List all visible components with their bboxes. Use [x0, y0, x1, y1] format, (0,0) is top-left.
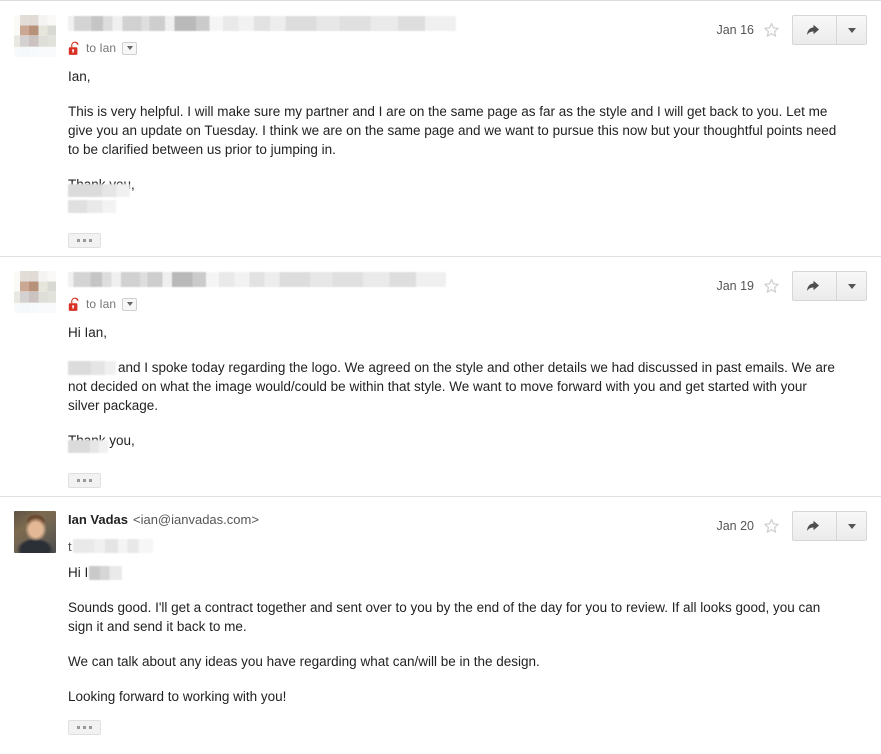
avatar-cell [14, 509, 64, 553]
email-message[interactable]: to Ian Hi Ian, and I spoke today regardi… [0, 256, 881, 496]
signature-line-2 [68, 200, 116, 213]
sender-name: Ian Vadas [68, 511, 128, 527]
avatar [14, 15, 56, 57]
ellipsis-dot [77, 726, 80, 729]
message-date: Jan 20 [716, 519, 754, 533]
more-options-button[interactable] [837, 512, 866, 540]
reply-button-group [792, 511, 867, 541]
signature-line-1 [68, 184, 130, 197]
body-paragraph: This is very helpful. I will make sure m… [68, 104, 837, 157]
more-options-button[interactable] [837, 272, 866, 300]
ellipsis-dot [77, 479, 80, 482]
message-body: Hi Ian, and I spoke today regarding the … [68, 323, 867, 488]
body-paragraph: We can talk about any ideas you have reg… [68, 654, 540, 669]
body-greeting: Hi I [68, 563, 838, 582]
avatar [14, 271, 56, 313]
avatar [14, 511, 56, 553]
message-date: Jan 19 [716, 279, 754, 293]
signature-redacted [68, 184, 867, 227]
ellipsis-dot [77, 239, 80, 242]
ellipsis-dot [83, 726, 86, 729]
star-outline-icon[interactable] [763, 22, 780, 39]
body-closing: Thank you, [68, 175, 838, 194]
expand-trimmed-content-button[interactable] [68, 233, 101, 248]
ellipsis-dot [89, 239, 92, 242]
recipient-label: to Ian [86, 297, 117, 311]
recipient-details-toggle[interactable] [122, 297, 138, 311]
body-greeting: Ian, [68, 69, 91, 84]
open-padlock-icon [68, 41, 81, 56]
expand-trimmed-content-button[interactable] [68, 473, 101, 488]
reply-button[interactable] [793, 272, 837, 300]
body-paragraph: and I spoke today regarding the logo. We… [68, 358, 838, 415]
message-controls: Jan 20 [716, 511, 867, 541]
inline-name-redacted [68, 361, 116, 376]
avatar-cell [14, 13, 64, 57]
email-message[interactable]: to Ian Ian, This is very helpful. I will… [0, 0, 881, 256]
message-date: Jan 16 [716, 23, 754, 37]
recipient-details-toggle[interactable] [122, 41, 138, 55]
sender-name-redacted [68, 271, 446, 287]
signature-line-1 [68, 440, 108, 453]
message-body: Ian, This is very helpful. I will make s… [68, 67, 867, 248]
avatar-cell [14, 269, 64, 313]
recipient-prefix: t [68, 538, 72, 554]
body-paragraph: Looking forward to working with you! [68, 689, 287, 704]
sender-name-redacted [68, 15, 456, 31]
signature-redacted [68, 440, 867, 467]
body-closing: Thank you, [68, 433, 135, 448]
body-greeting-text: Hi I [68, 565, 89, 580]
recipient-redacted [72, 539, 153, 553]
body-paragraph-text: and I spoke today regarding the logo. We… [68, 360, 835, 413]
ellipsis-dot [89, 726, 92, 729]
greeting-name-redacted [89, 566, 123, 581]
reply-button-group [792, 271, 867, 301]
email-message[interactable]: Ian Vadas <ian@ianvadas.com> t Hi I Soun… [0, 496, 881, 743]
message-controls: Jan 16 [716, 15, 867, 45]
body-paragraph: Sounds good. I'll get a contract togethe… [68, 600, 821, 634]
reply-button[interactable] [793, 512, 837, 540]
ellipsis-dot [89, 479, 92, 482]
body-greeting: Hi Ian, [68, 325, 108, 340]
ellipsis-dot [83, 239, 86, 242]
message-body: Hi I Sounds good. I'll get a contract to… [68, 563, 867, 735]
ellipsis-dot [83, 479, 86, 482]
expand-trimmed-content-button[interactable] [68, 720, 101, 735]
reply-button-group [792, 15, 867, 45]
star-outline-icon[interactable] [763, 278, 780, 295]
recipient-label: to Ian [86, 41, 117, 55]
reply-button[interactable] [793, 16, 837, 44]
email-thread: to Ian Ian, This is very helpful. I will… [0, 0, 881, 743]
more-options-button[interactable] [837, 16, 866, 44]
open-padlock-icon [68, 297, 81, 312]
sender-email: <ian@ianvadas.com> [132, 511, 259, 527]
message-controls: Jan 19 [716, 271, 867, 301]
star-outline-icon[interactable] [763, 518, 780, 535]
